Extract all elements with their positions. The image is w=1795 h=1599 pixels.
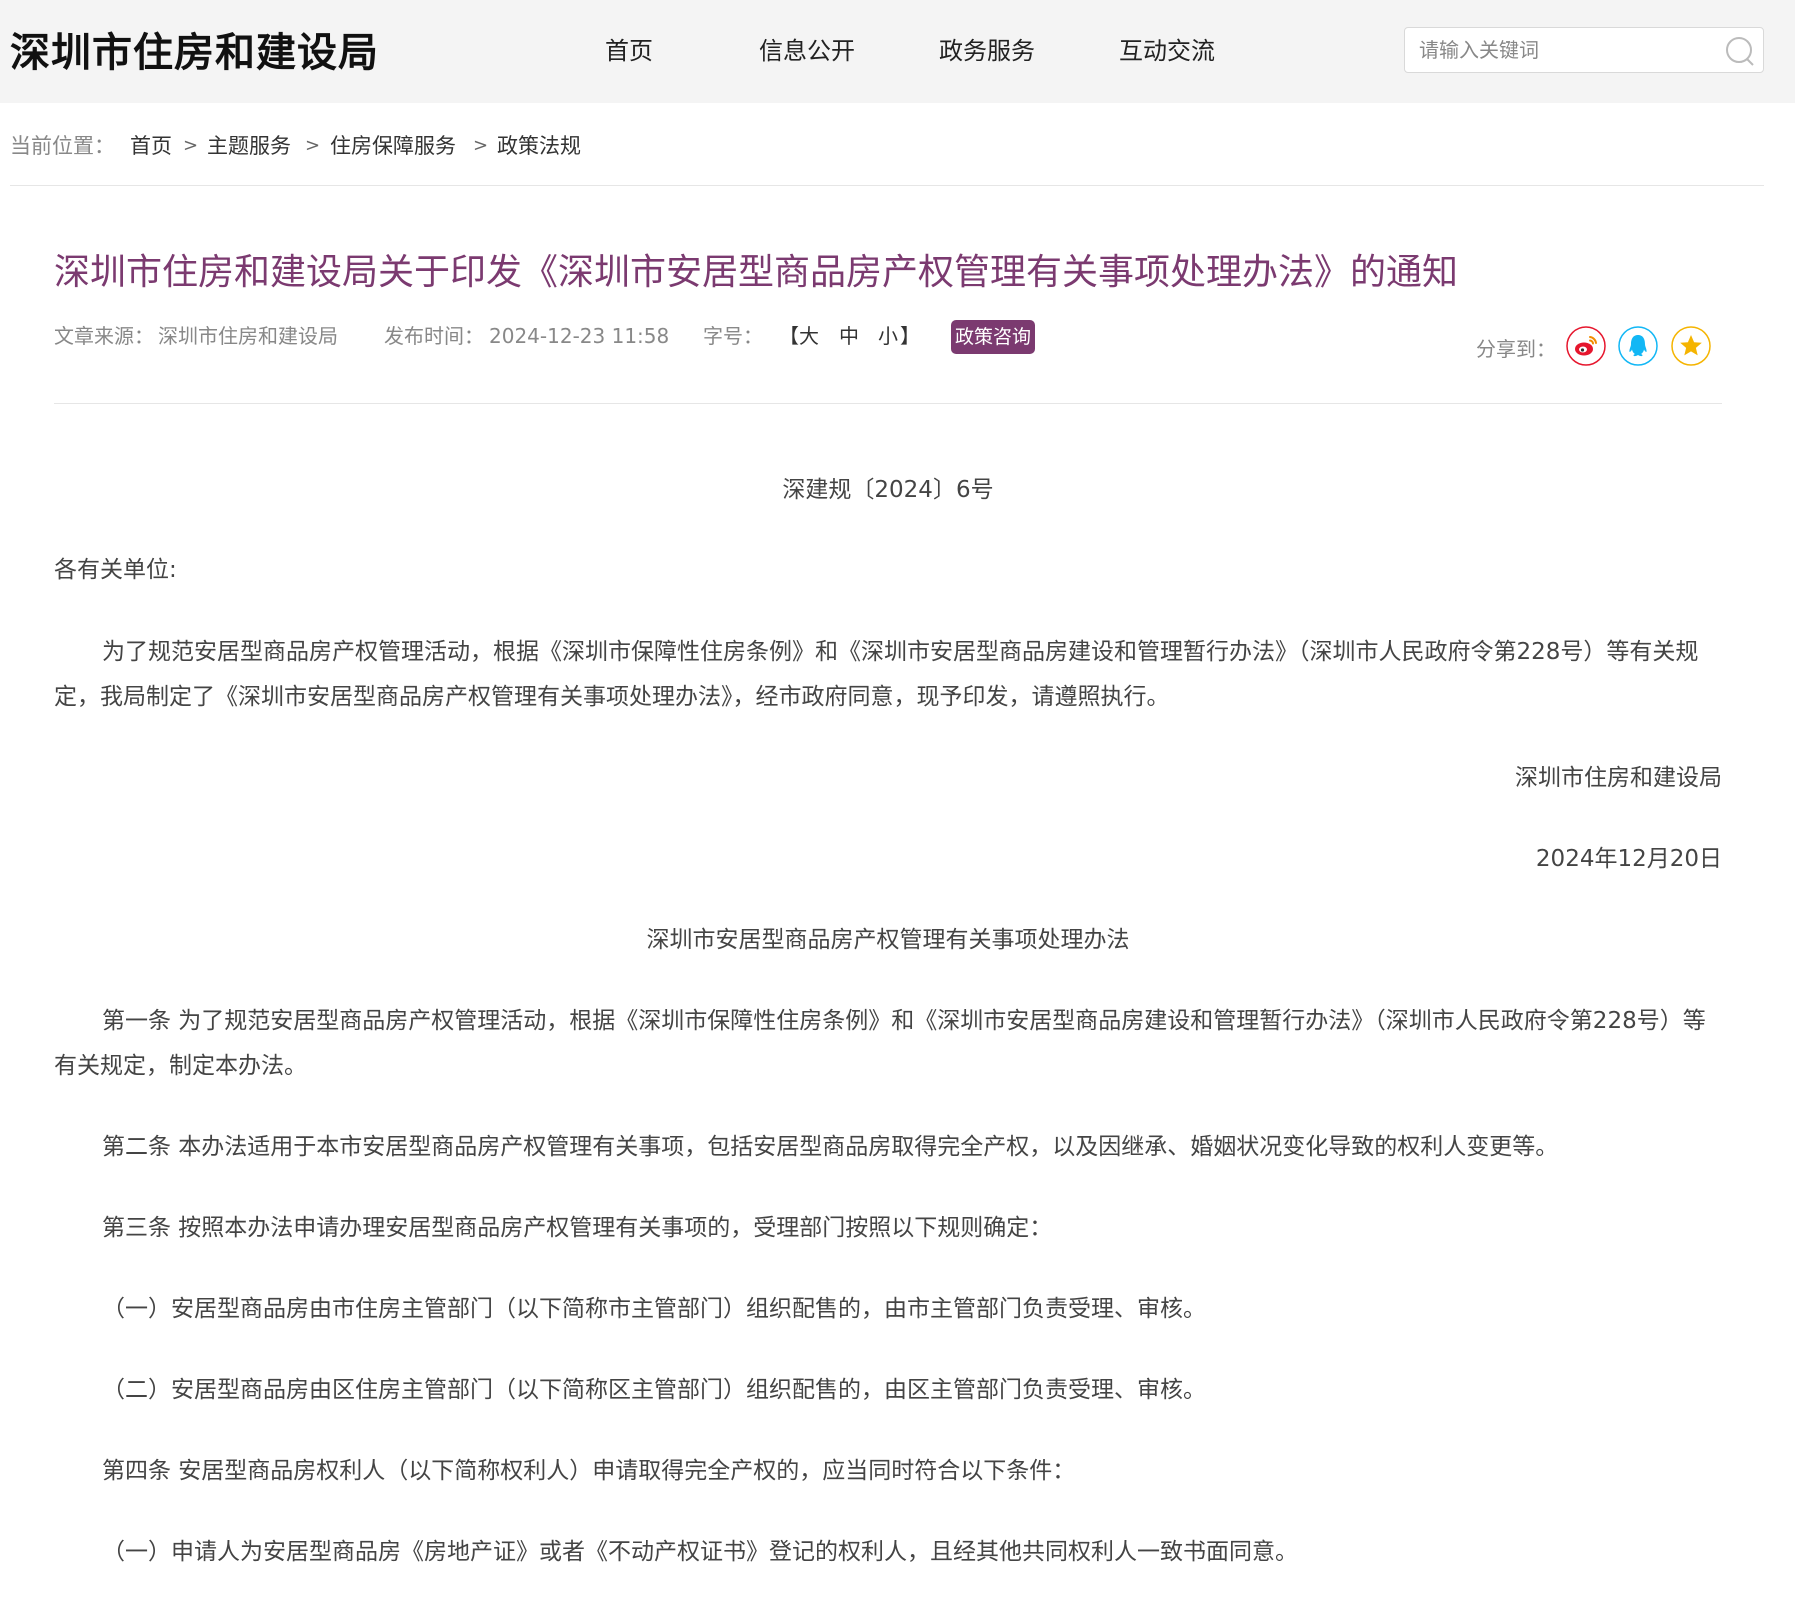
article-2: 第二条 本办法适用于本市安居型商品房产权管理有关事项，包括安居型商品房取得完全产… — [102, 1134, 1559, 1160]
breadcrumb-divider — [10, 185, 1764, 186]
source-label: 文章来源： — [54, 324, 154, 348]
publish-time-value: 2024-12-23 11:58 — [489, 324, 670, 348]
font-size-label: 字号： — [703, 324, 763, 348]
site-header: 深圳市住房和建设局 首页 信息公开 政务服务 互动交流 — [0, 0, 1795, 103]
breadcrumb-theme-service[interactable]: 主题服务 — [207, 131, 291, 161]
signer: 深圳市住房和建设局 — [1515, 765, 1722, 791]
policy-consult-badge[interactable]: 政策咨询 — [951, 320, 1035, 354]
breadcrumb-separator: > — [305, 135, 321, 156]
document-number: 深建规〔2024〕6号 — [782, 477, 994, 503]
qq-icon[interactable] — [1618, 326, 1658, 366]
document-subtitle: 深圳市安居型商品房产权管理有关事项处理办法 — [646, 927, 1130, 953]
issue-date: 2024年12月20日 — [1535, 846, 1722, 872]
breadcrumb-home[interactable]: 首页 — [130, 131, 172, 161]
nav-gov-service[interactable]: 政务服务 — [939, 34, 1035, 68]
salutation: 各有关单位: — [54, 557, 177, 583]
nav-interaction[interactable]: 互动交流 — [1119, 34, 1215, 68]
breadcrumb-label: 当前位置： — [10, 134, 115, 158]
breadcrumb-separator: > — [183, 135, 199, 156]
search-box — [1404, 27, 1764, 73]
breadcrumb-policy[interactable]: 政策法规 — [497, 131, 581, 161]
nav-info-public[interactable]: 信息公开 — [759, 34, 855, 68]
article-3-item-2: （二）安居型商品房由区住房主管部门（以下简称区主管部门）组织配售的，由区主管部门… — [102, 1377, 1206, 1403]
breadcrumb-separator: > — [473, 135, 489, 156]
weibo-icon[interactable] — [1566, 326, 1606, 366]
header-divider — [54, 403, 1722, 404]
breadcrumb-housing-security[interactable]: 住房保障服务 — [330, 131, 456, 161]
search-icon[interactable] — [1725, 36, 1755, 66]
intro-paragraph: 为了规范安居型商品房产权管理活动，根据《深圳市保障性住房条例》和《深圳市安居型商… — [54, 639, 1699, 710]
publish-time-label: 发布时间： — [384, 324, 484, 348]
article-3-item-1: （一）安居型商品房由市住房主管部门（以下简称市主管部门）组织配售的，由市主管部门… — [102, 1296, 1206, 1322]
font-size-bracket-open: 【 — [779, 324, 799, 348]
font-size-large[interactable]: 大 — [799, 322, 819, 350]
font-size-small[interactable]: 小 — [878, 322, 898, 350]
site-title[interactable]: 深圳市住房和建设局 — [10, 26, 379, 80]
favorite-star-icon[interactable] — [1671, 326, 1711, 366]
font-size-bracket-close: 】 — [900, 324, 920, 348]
search-input[interactable] — [1419, 36, 1709, 64]
article-1: 第一条 为了规范安居型商品房产权管理活动，根据《深圳市保障性住房条例》和《深圳市… — [54, 1008, 1706, 1079]
article-4: 第四条 安居型商品房权利人（以下简称权利人）申请取得完全产权的，应当同时符合以下… — [102, 1458, 1076, 1484]
nav-home[interactable]: 首页 — [605, 34, 653, 68]
source-value: 深圳市住房和建设局 — [158, 324, 338, 348]
article-3: 第三条 按照本办法申请办理安居型商品房产权管理有关事项的，受理部门按照以下规则确… — [102, 1215, 1053, 1241]
share-label: 分享到： — [1476, 337, 1556, 361]
font-size-medium[interactable]: 中 — [839, 322, 859, 350]
article-4-item-1: （一）申请人为安居型商品房《房地产证》或者《不动产权证书》登记的权利人，且经其他… — [102, 1539, 1298, 1565]
article-title: 深圳市住房和建设局关于印发《深圳市安居型商品房产权管理有关事项处理办法》的通知 — [54, 252, 1459, 293]
